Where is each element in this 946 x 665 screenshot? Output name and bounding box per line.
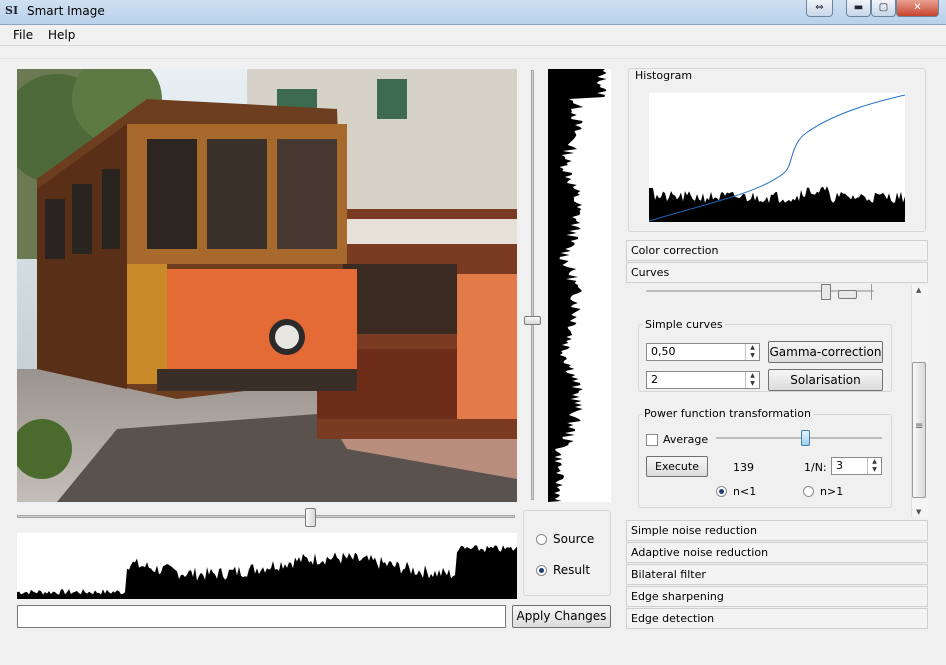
spin-down-icon[interactable]: ▼	[746, 352, 759, 360]
section-edge-detection[interactable]: Edge detection	[626, 608, 928, 629]
histogram-bars	[649, 186, 905, 222]
radio-n-gt-1[interactable]: n>1	[803, 485, 843, 498]
inv-n-value: 3	[836, 459, 843, 472]
radio-source-indicator[interactable]	[536, 533, 547, 545]
resize-icon[interactable]: ⇔	[806, 0, 833, 17]
scroll-down-icon[interactable]: ▼	[916, 508, 921, 516]
curves-slider-handle[interactable]	[821, 284, 831, 300]
section-adaptive-noise-reduction[interactable]: Adaptive noise reduction	[626, 542, 928, 563]
solarisation-button[interactable]: Solarisation	[768, 369, 883, 391]
radio-n-lt-1-indicator[interactable]	[716, 486, 727, 497]
radio-source-label: Source	[553, 532, 595, 546]
radio-n-lt-1[interactable]: n<1	[716, 485, 756, 498]
simple-curves-title: Simple curves	[643, 318, 725, 331]
section-simple-noise-reduction[interactable]: Simple noise reduction	[626, 520, 928, 541]
app-icon: SI	[5, 4, 19, 17]
horizontal-histogram	[17, 533, 517, 599]
radio-result-indicator[interactable]	[536, 564, 547, 576]
radio-result-label: Result	[553, 563, 591, 577]
radio-source[interactable]: Source	[536, 532, 594, 546]
radio-n-gt-1-label: n>1	[820, 485, 844, 498]
toolbar	[0, 46, 946, 59]
radio-n-lt-1-label: n<1	[733, 485, 757, 498]
minimize-button[interactable]: ▬	[846, 0, 871, 17]
horizontal-histogram-shape	[17, 545, 517, 599]
vertical-histogram-shape	[548, 69, 607, 502]
close-button[interactable]: ✕	[896, 0, 939, 17]
spin-up-icon[interactable]: ▲	[868, 458, 881, 466]
grip-icon: ≡	[915, 421, 924, 432]
spin-down-icon[interactable]: ▼	[868, 466, 881, 474]
solarisation-input[interactable]: 2 ▲ ▼	[646, 371, 760, 389]
curves-slider-handle-2[interactable]	[838, 290, 857, 299]
histogram-chart	[648, 93, 906, 222]
histogram-title: Histogram	[633, 69, 695, 82]
execute-button[interactable]: Execute	[646, 456, 708, 477]
menu-help[interactable]: Help	[48, 28, 75, 42]
average-checkbox[interactable]	[646, 433, 658, 446]
menu-bar: File Help	[0, 25, 946, 46]
scroll-up-icon[interactable]: ▲	[916, 286, 921, 294]
section-color-correction[interactable]: Color correction	[626, 240, 928, 261]
value-readout: 139	[733, 461, 754, 474]
status-input[interactable]	[17, 605, 506, 628]
vertical-slider-track[interactable]	[531, 70, 534, 500]
gamma-value: 0,50	[651, 345, 676, 358]
spin-down-icon[interactable]: ▼	[746, 380, 759, 388]
power-function-title: Power function transformation	[642, 407, 813, 420]
solarisation-value: 2	[651, 373, 658, 386]
gamma-input[interactable]: 0,50 ▲ ▼	[646, 343, 760, 361]
vertical-slider-handle[interactable]	[524, 316, 541, 325]
curves-tick	[871, 284, 872, 300]
window-title: Smart Image	[27, 4, 105, 18]
radio-n-gt-1-indicator[interactable]	[803, 486, 814, 497]
power-slider-track[interactable]	[716, 437, 882, 439]
title-bar: SI Smart Image ⇔ ▬ ▢ ✕	[0, 0, 946, 25]
average-checkbox-row[interactable]: Average	[646, 433, 708, 446]
horizontal-slider-track[interactable]	[17, 515, 515, 518]
radio-result[interactable]: Result	[536, 563, 590, 577]
inv-n-input[interactable]: 3 ▲ ▼	[831, 457, 882, 475]
section-bilateral-filter[interactable]: Bilateral filter	[626, 564, 928, 585]
power-slider-handle[interactable]	[801, 430, 810, 446]
inv-n-label: 1/N:	[804, 461, 827, 474]
curves-scrollbar-thumb[interactable]: ≡	[912, 362, 926, 498]
section-curves[interactable]: Curves	[626, 262, 928, 283]
gamma-correction-button[interactable]: Gamma-correction	[768, 341, 883, 363]
average-label: Average	[663, 433, 709, 446]
section-edge-sharpening[interactable]: Edge sharpening	[626, 586, 928, 607]
spin-up-icon[interactable]: ▲	[746, 344, 759, 352]
image-preview[interactable]	[17, 69, 517, 502]
curves-panel: Simple curves 0,50 ▲ ▼ Gamma-correction 2…	[627, 284, 927, 518]
tram-photo	[17, 69, 517, 502]
vertical-histogram	[548, 69, 611, 502]
view-mode-group: Source Result	[523, 510, 611, 596]
spin-up-icon[interactable]: ▲	[746, 372, 759, 380]
horizontal-slider-handle[interactable]	[305, 508, 316, 527]
menu-file[interactable]: File	[13, 28, 33, 42]
apply-changes-button[interactable]: Apply Changes	[512, 605, 611, 628]
maximize-button[interactable]: ▢	[871, 0, 896, 17]
